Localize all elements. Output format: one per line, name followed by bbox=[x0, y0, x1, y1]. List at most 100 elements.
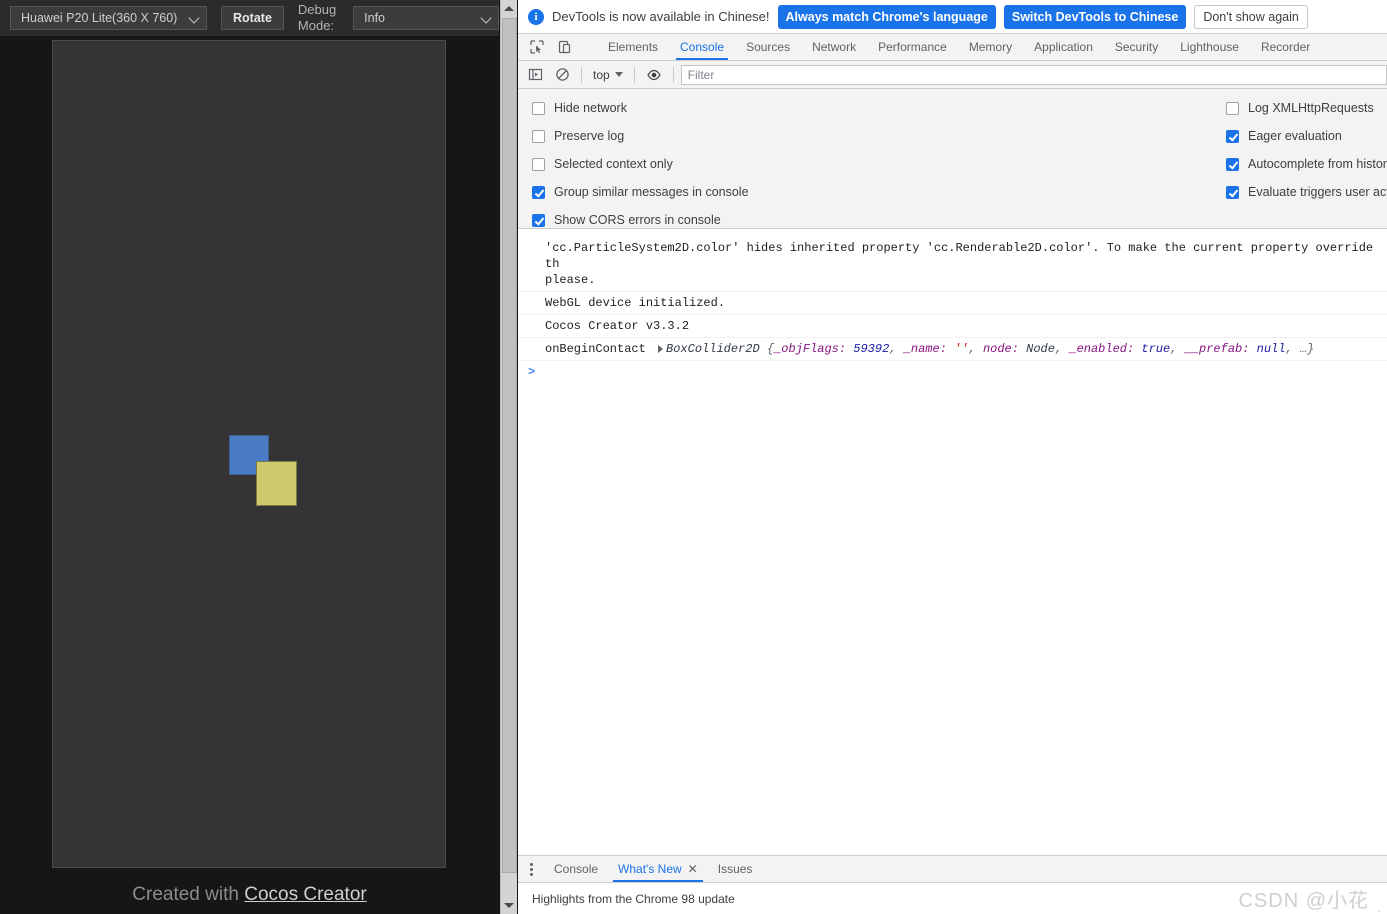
scroll-up-arrow-icon[interactable] bbox=[501, 0, 517, 17]
prop-key-4: _enabled: bbox=[1069, 342, 1135, 356]
tab-label: Console bbox=[680, 40, 725, 54]
setting-label: Show CORS errors in console bbox=[554, 213, 721, 227]
checkbox-icon[interactable] bbox=[532, 157, 545, 171]
created-with-footer: Created with Cocos Creator bbox=[0, 884, 499, 906]
switch-devtools-language-button[interactable]: Switch DevTools to Chinese bbox=[1003, 4, 1187, 29]
tab-label: Security bbox=[1114, 40, 1159, 54]
always-match-language-button[interactable]: Always match Chrome's language bbox=[777, 4, 996, 29]
setting-eager-evaluation[interactable]: Eager evaluation bbox=[1226, 122, 1387, 150]
tab-memory[interactable]: Memory bbox=[958, 34, 1023, 60]
drawer-tab-console[interactable]: Console bbox=[544, 856, 608, 882]
console-message-cocos-version[interactable]: Cocos Creator v3.3.2 bbox=[518, 315, 1387, 338]
close-icon[interactable]: ✕ bbox=[688, 863, 698, 875]
drawer-tab-whats-new[interactable]: What's New ✕ bbox=[608, 856, 708, 882]
console-prompt[interactable]: > bbox=[518, 361, 1387, 383]
game-canvas[interactable] bbox=[52, 40, 446, 868]
prop-key-3: node: bbox=[982, 342, 1019, 356]
scroll-down-arrow-icon[interactable] bbox=[501, 897, 517, 914]
device-toolbar-icon[interactable] bbox=[552, 35, 578, 59]
toolbar-divider bbox=[633, 66, 635, 83]
setting-label: Hide network bbox=[554, 101, 627, 115]
console-message-onbegincontact[interactable]: onBeginContact BoxCollider2D {_objFlags:… bbox=[518, 338, 1387, 361]
console-message-list[interactable]: 'cc.ParticleSystem2D.color' hides inheri… bbox=[518, 237, 1387, 855]
checkbox-checked-icon[interactable] bbox=[532, 185, 545, 199]
comma: , bbox=[1285, 342, 1293, 356]
console-toolbar: top bbox=[518, 61, 1387, 89]
setting-selected-context-only[interactable]: Selected context only bbox=[532, 150, 749, 178]
watermark-text: CSDN @小花 bbox=[1238, 890, 1369, 912]
live-expression-icon[interactable] bbox=[642, 64, 666, 86]
devtools-panel: i DevTools is now available in Chinese! … bbox=[518, 0, 1387, 914]
setting-preserve-log[interactable]: Preserve log bbox=[532, 122, 749, 150]
tab-sources[interactable]: Sources bbox=[735, 34, 801, 60]
drawer-tab-label: What's New bbox=[618, 862, 682, 876]
drawer-tab-issues[interactable]: Issues bbox=[708, 856, 763, 882]
tab-performance[interactable]: Performance bbox=[867, 34, 958, 60]
setting-autocomplete-from-history[interactable]: Autocomplete from history bbox=[1226, 150, 1387, 178]
device-select[interactable]: Huawei P20 Lite(360 X 760) bbox=[10, 6, 208, 30]
prop-val-4: true bbox=[1141, 342, 1171, 356]
console-sidebar-icon[interactable] bbox=[523, 64, 547, 86]
chevron-down-icon bbox=[614, 72, 623, 77]
console-settings-left-column: Hide network Preserve log Selected conte… bbox=[532, 94, 749, 234]
warning-line-2: please. bbox=[545, 273, 596, 287]
tab-network[interactable]: Network bbox=[801, 34, 867, 60]
contact-object-type: BoxCollider2D bbox=[666, 342, 760, 356]
debug-mode-label: Debug Mode: bbox=[297, 2, 337, 33]
prop-val-2: '' bbox=[954, 342, 969, 356]
checkbox-checked-icon[interactable] bbox=[1226, 185, 1239, 199]
tab-application[interactable]: Application bbox=[1023, 34, 1104, 60]
inspect-element-icon[interactable] bbox=[524, 35, 550, 59]
scrollbar-thumb[interactable] bbox=[502, 18, 517, 873]
setting-hide-network[interactable]: Hide network bbox=[532, 94, 749, 122]
setting-label: Eager evaluation bbox=[1248, 129, 1342, 143]
setting-show-cors-errors[interactable]: Show CORS errors in console bbox=[532, 206, 749, 234]
expand-triangle-icon[interactable] bbox=[658, 344, 664, 353]
prop-val-5: null bbox=[1256, 342, 1286, 356]
warning-line-1: 'cc.ParticleSystem2D.color' hides inheri… bbox=[545, 241, 1374, 271]
checkbox-checked-icon[interactable] bbox=[1226, 157, 1239, 171]
setting-label: Log XMLHttpRequests bbox=[1248, 101, 1374, 115]
console-message-webgl[interactable]: WebGL device initialized. bbox=[518, 292, 1387, 315]
checkbox-checked-icon[interactable] bbox=[1226, 129, 1239, 143]
contact-fn-name: onBeginContact bbox=[545, 342, 646, 356]
console-filter-input[interactable] bbox=[680, 64, 1387, 85]
checkbox-checked-icon[interactable] bbox=[532, 213, 545, 227]
preview-scrollbar[interactable] bbox=[500, 0, 517, 914]
setting-label: Selected context only bbox=[554, 157, 673, 171]
checkbox-icon[interactable] bbox=[532, 101, 545, 115]
app-root: Huawei P20 Lite(360 X 760) Rotate Debug … bbox=[0, 0, 1387, 914]
devtools-drawer: Console What's New ✕ Issues Highlights f… bbox=[518, 855, 1387, 914]
tab-security[interactable]: Security bbox=[1104, 34, 1169, 60]
devtools-tabstrip: Elements Console Sources Network Perform… bbox=[518, 34, 1387, 61]
cocos-preview-panel: Huawei P20 Lite(360 X 760) Rotate Debug … bbox=[0, 0, 499, 914]
console-settings-right-column: Log XMLHttpRequests Eager evaluation Aut… bbox=[1226, 94, 1387, 206]
dont-show-again-button[interactable]: Don't show again bbox=[1194, 4, 1308, 29]
tab-console[interactable]: Console bbox=[669, 34, 735, 60]
toolbar-divider bbox=[672, 66, 674, 83]
tab-elements[interactable]: Elements bbox=[597, 34, 669, 60]
tab-lighthouse[interactable]: Lighthouse bbox=[1169, 34, 1250, 60]
clear-console-icon[interactable] bbox=[550, 64, 574, 86]
tab-recorder[interactable]: Recorder bbox=[1250, 34, 1321, 60]
checkbox-icon[interactable] bbox=[532, 129, 545, 143]
chevron-down-icon bbox=[482, 13, 492, 23]
console-message-warning[interactable]: 'cc.ParticleSystem2D.color' hides inheri… bbox=[518, 237, 1387, 292]
debug-mode-select[interactable]: Info bbox=[353, 6, 499, 30]
tab-label: Memory bbox=[968, 40, 1013, 54]
chevron-down-icon bbox=[190, 13, 200, 23]
rotate-button[interactable]: Rotate bbox=[221, 6, 284, 30]
drawer-tab-label: Console bbox=[554, 862, 599, 876]
comma: , bbox=[1054, 342, 1063, 356]
setting-evaluate-triggers-user-activation[interactable]: Evaluate triggers user activation bbox=[1226, 178, 1387, 206]
setting-label: Evaluate triggers user activation bbox=[1248, 185, 1387, 199]
checkbox-icon[interactable] bbox=[1226, 101, 1239, 115]
comma: , bbox=[968, 342, 976, 356]
more-options-icon[interactable] bbox=[518, 856, 544, 882]
execution-context-selector[interactable]: top bbox=[589, 68, 627, 82]
setting-log-xmlhttprequests[interactable]: Log XMLHttpRequests bbox=[1226, 94, 1387, 122]
cocos-creator-link[interactable]: Cocos Creator bbox=[244, 884, 367, 905]
prop-key-5: __prefab: bbox=[1184, 342, 1250, 356]
prop-val-3: Node bbox=[1026, 342, 1055, 356]
setting-group-similar-messages[interactable]: Group similar messages in console bbox=[532, 178, 749, 206]
